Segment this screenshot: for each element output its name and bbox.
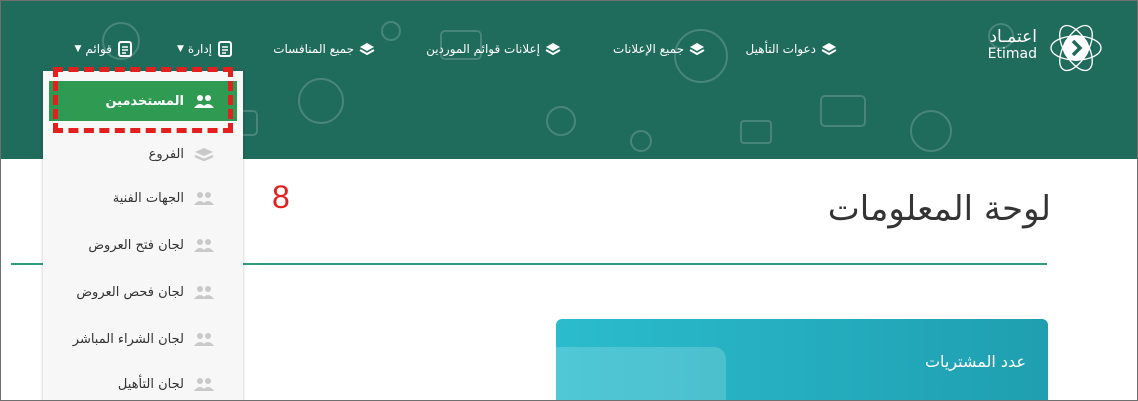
nav-item-label: دعوات التأهيل	[745, 42, 816, 56]
nav-item-lists[interactable]: قوائم ▼	[74, 39, 133, 59]
app-window: اعتمـاد Etimad دعوات التأهيل جميع الإعلا…	[0, 0, 1138, 401]
layers-icon	[193, 147, 215, 162]
dropdown-item-technical-entities[interactable]: الجهات الفنية	[43, 173, 243, 223]
dropdown-item-label: لجان الشراء المباشر	[72, 331, 184, 347]
users-icon	[193, 332, 215, 346]
layers-icon	[689, 41, 705, 57]
dropdown-item-bid-examination-committees[interactable]: لجان فحص العروض	[43, 267, 243, 317]
nav-item-label: جميع المنافسات	[273, 42, 354, 56]
dropdown-item-label: لجان فحص العروض	[76, 284, 184, 300]
etimad-logo[interactable]: اعتمـاد Etimad	[987, 19, 1109, 75]
nav-item-all-tenders[interactable]: جميع المنافسات	[273, 39, 375, 59]
dropdown-item-qualification-committees[interactable]: لجان التأهيل	[43, 359, 243, 400]
layers-icon	[821, 41, 837, 57]
layers-icon	[359, 41, 375, 57]
nav-item-label: إدارة	[187, 42, 212, 56]
users-icon	[193, 285, 215, 299]
page-title: لوحة المعلومات	[827, 189, 1051, 229]
logo-english-text: Etimad	[987, 46, 1037, 62]
users-icon	[193, 191, 215, 205]
card-inner-panel	[556, 347, 726, 400]
logo-emblem-icon	[1050, 24, 1102, 72]
document-icon	[217, 41, 233, 57]
card-label: عدد المشتريات	[924, 352, 1026, 371]
nav-item-label: إعلانات قوائم الموردين	[426, 42, 540, 56]
caret-down-icon: ▼	[176, 44, 184, 54]
nav-item-qualification-invitations[interactable]: دعوات التأهيل	[746, 39, 837, 59]
nav-item-supplier-list-announcements[interactable]: إعلانات قوائم الموردين	[426, 39, 561, 59]
caret-down-icon: ▼	[74, 44, 82, 54]
step-number-annotation: 8	[272, 179, 290, 215]
users-icon	[193, 377, 215, 391]
nav-item-label: قوائم	[85, 42, 112, 56]
nav-item-label: جميع الإعلانات	[613, 42, 684, 56]
highlight-box	[53, 67, 233, 133]
dropdown-item-label: الفروع	[148, 146, 184, 162]
dropdown-item-direct-purchase-committees[interactable]: لجان الشراء المباشر	[43, 314, 243, 364]
dropdown-item-label: الجهات الفنية	[112, 190, 184, 206]
dropdown-item-bid-opening-committees[interactable]: لجان فتح العروض	[43, 220, 243, 270]
dropdown-item-branches[interactable]: الفروع	[43, 129, 243, 179]
layers-icon	[545, 41, 561, 57]
users-icon	[193, 238, 215, 252]
logo-arabic-text: اعتمـاد	[989, 27, 1037, 47]
document-icon	[117, 41, 133, 57]
purchases-count-card: عدد المشتريات	[556, 319, 1048, 400]
nav-item-all-announcements[interactable]: جميع الإعلانات	[613, 39, 705, 59]
dropdown-item-label: لجان فتح العروض	[88, 237, 184, 253]
dropdown-item-label: لجان التأهيل	[117, 376, 184, 392]
nav-item-administration[interactable]: إدارة ▼	[177, 39, 233, 59]
